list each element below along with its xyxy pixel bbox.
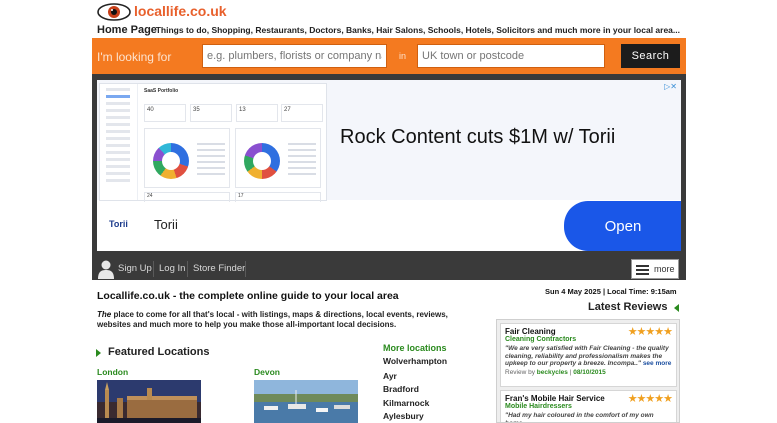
sign-up-link[interactable]: Sign Up (118, 263, 152, 274)
divider (153, 261, 154, 277)
review-card[interactable]: Fair Cleaning Cleaning Contractors ★★★★★… (500, 323, 677, 387)
more-menu-button[interactable]: more (631, 259, 679, 279)
dashboard-donut-panel (144, 128, 230, 188)
dashboard-stat: 40 (144, 104, 186, 122)
page-title: Locallife.co.uk - the complete online gu… (97, 290, 399, 302)
featured-locations-title: Featured Locations (108, 346, 210, 358)
more-label: more (654, 264, 675, 274)
star-rating-icon: ★★★★★ (627, 393, 673, 405)
dashboard-donut-panel (235, 128, 321, 188)
latest-reviews-title: Latest Reviews (588, 301, 668, 313)
search-bar: I'm looking for in Search (92, 38, 686, 74)
torii-logo-icon: Torii (109, 219, 128, 229)
dashboard-sidebar (100, 84, 138, 200)
location-link[interactable]: Ayr (383, 371, 397, 381)
eye-logo-icon[interactable] (97, 3, 131, 21)
store-finder-link[interactable]: Store Finder (193, 263, 245, 274)
dashboard-title: SaaS Portfolio (144, 88, 179, 94)
dashboard-stat: 24 (144, 192, 230, 202)
user-bar: Sign Up Log In Store Finder more (92, 258, 686, 280)
dashboard-stat: 35 (190, 104, 232, 122)
location-devon-link[interactable]: Devon (254, 367, 280, 377)
divider (245, 261, 246, 277)
london-image[interactable] (97, 380, 201, 423)
site-tagline: Things to do, Shopping, Restaurants, Doc… (155, 25, 680, 35)
location-link[interactable]: Bradford (383, 384, 419, 394)
intro-body: place to come for all that's local - wit… (97, 310, 448, 329)
arrow-left-icon[interactable] (674, 304, 679, 312)
search-button[interactable]: Search (621, 44, 680, 68)
user-icon (98, 260, 114, 279)
review-text: "Had my hair coloured in the comfort of … (505, 412, 654, 423)
site-header: locallife.co.uk Home Page Things to do, … (92, 0, 686, 38)
see-more-link[interactable]: see more (643, 360, 672, 367)
ad-brand-name: Torii (154, 217, 178, 232)
date-time: Sun 4 May 2025 | Local Time: 9:15am (545, 287, 677, 296)
star-rating-icon: ★★★★★ (627, 326, 673, 338)
review-text: "We are very satisfied with Fair Cleanin… (505, 345, 672, 367)
dashboard-stat: 17 (235, 192, 321, 202)
review-date: 08/10/2015 (573, 368, 606, 376)
home-page-link[interactable]: Home Page (97, 24, 157, 36)
location-link[interactable]: Wolverhampton (383, 356, 447, 366)
devon-image[interactable] (254, 380, 358, 423)
dashboard-stat: 13 (236, 104, 278, 122)
search-in-label: in (399, 51, 407, 61)
review-card[interactable]: Fran's Mobile Hair Service Mobile Hairdr… (500, 390, 677, 423)
more-locations-title: More locations (383, 343, 447, 353)
review-byline: Review by beckycles | 08/10/2015 (505, 368, 606, 376)
advertisement[interactable]: SaaS Portfolio 40 35 13 27 24 17 Rock Co… (97, 80, 681, 251)
location-london-link[interactable]: London (97, 367, 128, 377)
search-where-input[interactable] (417, 44, 605, 68)
reviewer-name[interactable]: beckycles (537, 369, 568, 376)
arrow-right-icon (96, 349, 101, 357)
search-what-input[interactable] (202, 44, 387, 68)
location-link[interactable]: Kilmarnock (383, 398, 429, 408)
log-in-link[interactable]: Log In (159, 263, 185, 274)
ad-headline[interactable]: Rock Content cuts $1M w/ Torii (340, 126, 615, 149)
intro-text: The place to come for all that's local -… (97, 310, 481, 330)
hamburger-icon (636, 265, 649, 275)
ad-open-button[interactable]: Open (564, 201, 681, 251)
divider (187, 261, 188, 277)
adchoices-icon[interactable]: ▷✕ (664, 82, 677, 91)
intro-emphasis: The (97, 310, 112, 319)
location-link[interactable]: Aylesbury (383, 411, 424, 421)
dashboard-stat: 27 (281, 104, 323, 122)
search-label: I'm looking for (97, 50, 172, 64)
ad-dashboard-screenshot: SaaS Portfolio 40 35 13 27 24 17 (99, 83, 327, 202)
site-logo-text[interactable]: locallife.co.uk (134, 3, 227, 19)
reviews-panel: Fair Cleaning Cleaning Contractors ★★★★★… (496, 319, 680, 423)
donut-chart-icon (244, 143, 280, 179)
ad-image-area: SaaS Portfolio 40 35 13 27 24 17 Rock Co… (97, 80, 681, 202)
donut-chart-icon (153, 143, 189, 179)
